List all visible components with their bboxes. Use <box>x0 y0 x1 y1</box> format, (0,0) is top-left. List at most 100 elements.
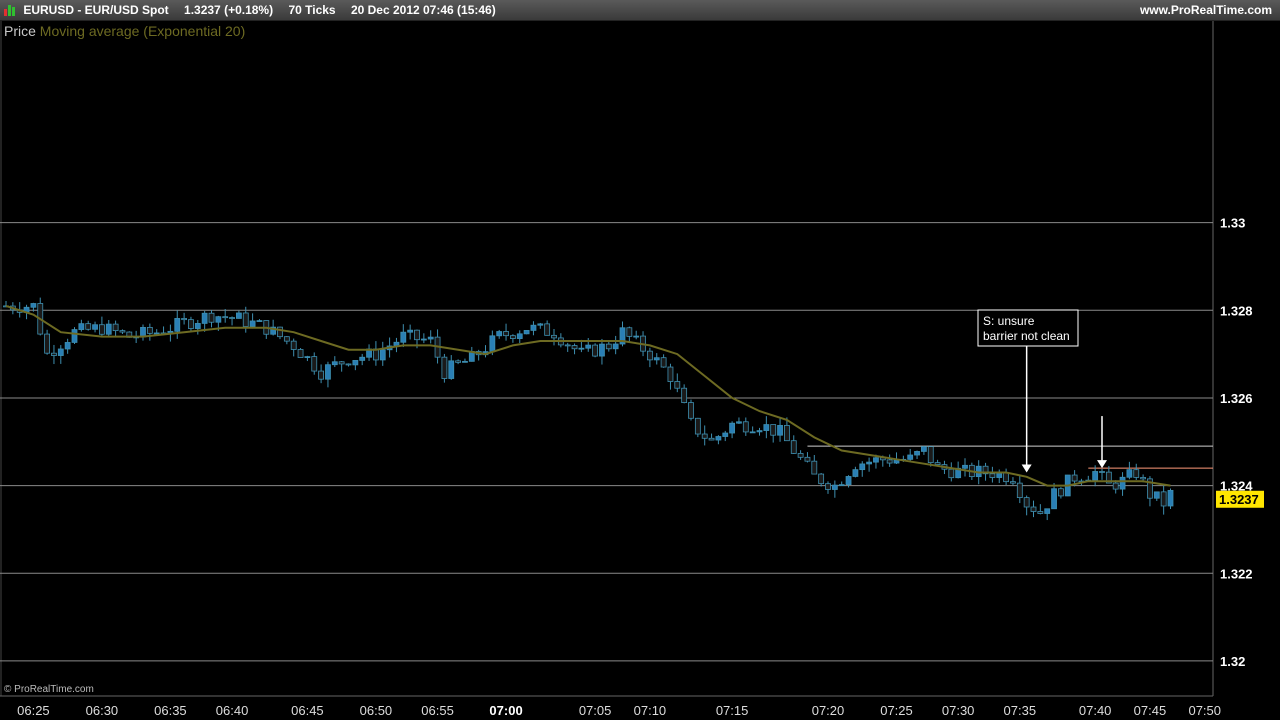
candle-body <box>215 316 222 323</box>
candle-body <box>592 344 598 357</box>
candle-body <box>1126 469 1133 478</box>
x-tick-label: 06:25 <box>17 703 50 718</box>
candle-body <box>181 318 188 321</box>
candle-body <box>907 454 914 460</box>
candle-body <box>283 336 290 342</box>
candle-body <box>338 361 345 365</box>
candle-body <box>544 323 551 336</box>
candle-body <box>105 323 112 335</box>
y-tick-label: 1.322 <box>1220 566 1253 581</box>
candle-body <box>235 312 242 319</box>
candle-body <box>742 421 749 433</box>
candle-body <box>400 331 407 343</box>
timeframe: 70 Ticks <box>288 3 336 17</box>
candle-body <box>756 430 763 433</box>
candle-body <box>325 364 331 380</box>
candle-body <box>146 327 153 334</box>
candle-body <box>927 446 934 464</box>
annotation-text: S: unsure <box>983 314 1035 328</box>
candle-body <box>585 344 592 349</box>
candle-body <box>797 453 804 458</box>
candle-body <box>194 323 201 329</box>
candle-body <box>962 464 968 469</box>
candle-body <box>85 323 92 330</box>
candle-body <box>57 348 64 356</box>
candle-body <box>914 451 920 456</box>
candle-body <box>92 324 98 330</box>
candle-body <box>715 436 722 441</box>
candle-body <box>523 330 530 335</box>
candle-body <box>934 462 941 466</box>
candle-body <box>448 360 455 379</box>
candle-body <box>804 456 811 462</box>
candle-body <box>297 349 304 358</box>
candle-body <box>749 431 756 434</box>
candle-body <box>763 424 770 431</box>
candle-body <box>825 483 831 490</box>
candle-body <box>201 312 208 324</box>
candle-body <box>1099 471 1105 473</box>
candle-body <box>462 360 468 363</box>
y-tick-label: 1.33 <box>1220 216 1245 231</box>
candle-body <box>331 361 338 366</box>
site-link[interactable]: www.ProRealTime.com <box>1140 0 1272 20</box>
candle-body <box>311 356 318 372</box>
x-tick-label: 06:30 <box>86 703 119 718</box>
candle-body <box>277 326 283 338</box>
candle-body <box>948 468 955 479</box>
x-tick-label: 06:45 <box>291 703 324 718</box>
x-tick-label: 06:50 <box>360 703 393 718</box>
candle-body <box>1030 506 1037 512</box>
candle-body <box>612 343 619 350</box>
candle-body <box>1051 488 1057 510</box>
candle-body <box>455 360 462 363</box>
candle-body <box>112 323 119 332</box>
copyright: © ProRealTime.com <box>4 684 94 695</box>
candle-body <box>208 312 215 323</box>
candle-body <box>571 345 578 350</box>
x-tick-label: 07:15 <box>716 703 749 718</box>
candle-body <box>30 303 37 308</box>
candle-body <box>626 327 633 337</box>
candle-body <box>379 349 386 361</box>
candle-body <box>921 446 927 452</box>
candle-body <box>811 460 818 475</box>
candle-body <box>838 484 845 487</box>
y-tick-label: 1.32 <box>1220 654 1245 669</box>
candle-body <box>681 387 688 403</box>
candle-body <box>414 329 420 341</box>
candle-body <box>537 323 544 326</box>
x-tick-label: 07:25 <box>880 703 913 718</box>
candle-body <box>78 323 85 330</box>
candle-body <box>222 316 229 319</box>
candle-body <box>496 331 503 337</box>
x-tick-label: 07:10 <box>634 703 667 718</box>
candle-body <box>1153 491 1160 499</box>
candle-body <box>667 366 674 382</box>
candle-body <box>359 356 366 361</box>
candle-body <box>153 332 160 335</box>
candle-body <box>633 335 640 338</box>
candle-body <box>174 318 181 332</box>
candle-body <box>729 422 735 434</box>
candle-body <box>770 424 777 436</box>
x-tick-label: 07:40 <box>1079 703 1112 718</box>
candle-body <box>852 469 859 477</box>
candle-body <box>605 343 612 350</box>
price-chart[interactable]: 1.331.3281.3261.3241.3221.3206:25 06:30 06… <box>0 21 1280 720</box>
candle-body <box>674 381 681 389</box>
candle-body <box>660 357 667 368</box>
candle-body <box>818 473 825 485</box>
candle-body <box>989 473 996 478</box>
x-tick-label: 06:35 <box>154 703 187 718</box>
candle-body <box>1140 477 1146 480</box>
candle-body <box>1023 497 1030 508</box>
candle-body <box>71 329 78 343</box>
candle-body <box>1037 511 1044 514</box>
x-tick-label: 07:35 <box>1004 703 1037 718</box>
candle-body <box>188 319 194 329</box>
x-tick-label: 07:05 <box>579 703 612 718</box>
candle-body <box>1112 482 1119 490</box>
candle-body <box>647 350 653 361</box>
arrow-head-icon <box>1021 464 1032 473</box>
